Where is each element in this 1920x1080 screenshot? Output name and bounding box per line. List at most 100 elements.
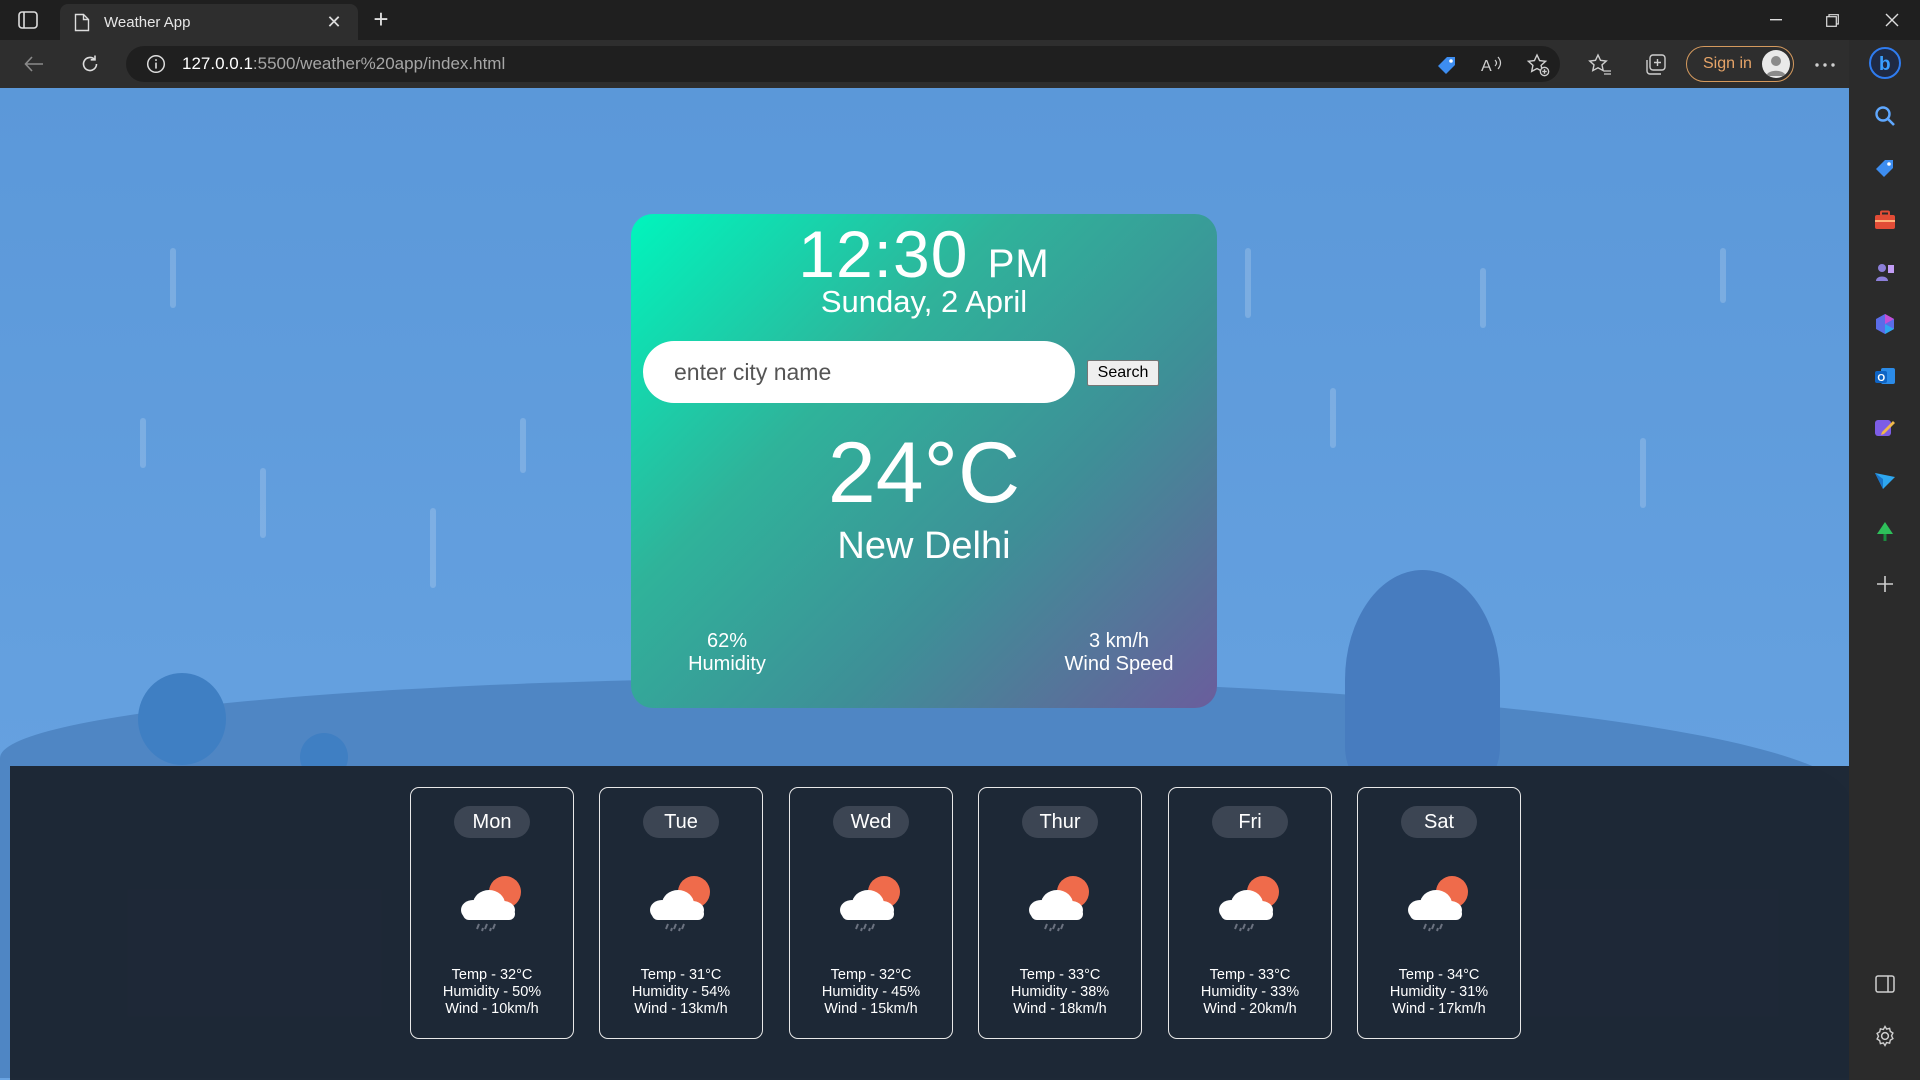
search-button[interactable]: Search xyxy=(1087,360,1159,386)
forecast-temp: Temp - 33°C xyxy=(1209,967,1291,983)
background-tree xyxy=(138,673,226,765)
background-rain-streak xyxy=(140,418,146,468)
current-temperature: 24°C xyxy=(827,425,1021,521)
city-name: New Delhi xyxy=(837,525,1011,567)
designer-icon[interactable] xyxy=(1871,414,1899,442)
weather-card: 12:30 PM Sunday, 2 April Search 24°C New… xyxy=(631,214,1217,708)
forecast-temp: Temp - 34°C xyxy=(1398,967,1480,983)
forecast-card: Tue Temp - 31°C Humidity - 54% Wind - 13… xyxy=(599,787,763,1039)
close-window-icon[interactable] xyxy=(1864,0,1920,40)
wind-value: 3 km/h xyxy=(1088,630,1150,652)
forecast-temp: Temp - 33°C xyxy=(1019,967,1101,983)
forecast-humidity: Humidity - 38% xyxy=(1010,984,1110,1000)
forecast-card: Sat Temp - 34°C Humidity - 31% Wind - 17… xyxy=(1357,787,1521,1039)
tools-icon[interactable] xyxy=(1871,206,1899,234)
edge-sidebar: b O xyxy=(1849,40,1920,1080)
add-icon[interactable] xyxy=(1871,570,1899,598)
restore-icon[interactable] xyxy=(1804,0,1860,40)
search-icon[interactable] xyxy=(1871,102,1899,130)
forecast-section: Mon Temp - 32°C Humidity - 50% Wind - 10… xyxy=(10,766,1849,1080)
background-rain-streak xyxy=(1480,268,1486,328)
tab-actions-icon[interactable] xyxy=(14,8,42,32)
forecast-wind: Wind - 15km/h xyxy=(824,1001,918,1017)
forecast-temp: Temp - 32°C xyxy=(830,967,912,983)
settings-gear-icon[interactable] xyxy=(1871,1022,1899,1050)
browser-toolbar: 127.0.0.1:5500/weather%20app/index.html … xyxy=(0,40,1920,88)
background-rain-streak xyxy=(520,418,526,473)
background-dome xyxy=(1345,570,1500,790)
tab-title: Weather App xyxy=(104,13,191,31)
games-icon[interactable] xyxy=(1871,258,1899,286)
sun-behind-rain-cloud-icon xyxy=(650,876,710,932)
humidity-stat: 62% Humidity xyxy=(667,630,787,676)
svg-text:O: O xyxy=(1877,373,1885,384)
forecast-card: Thur Temp - 33°C Humidity - 38% Wind - 1… xyxy=(978,787,1142,1039)
forecast-day: Sat xyxy=(1401,806,1477,838)
background-rain-streak xyxy=(1720,248,1726,303)
send-icon[interactable] xyxy=(1871,466,1899,494)
refresh-icon[interactable] xyxy=(74,50,106,78)
coupon-tag-icon[interactable] xyxy=(1434,52,1460,78)
wind-stat: 3 km/h Wind Speed xyxy=(1047,630,1191,676)
shopping-tag-icon[interactable] xyxy=(1871,154,1899,182)
back-arrow-icon[interactable] xyxy=(18,50,50,78)
document-icon xyxy=(74,13,90,31)
address-bar[interactable]: 127.0.0.1:5500/weather%20app/index.html xyxy=(126,46,1560,82)
forecast-wind: Wind - 18km/h xyxy=(1013,1001,1107,1017)
forecast-humidity: Humidity - 33% xyxy=(1200,984,1300,1000)
forecast-wind: Wind - 10km/h xyxy=(445,1001,539,1017)
forecast-details: Temp - 34°C Humidity - 31% Wind - 17km/h xyxy=(1358,967,1520,1018)
sign-in-label: Sign in xyxy=(1703,55,1752,72)
browser-tab[interactable]: Weather App ✕ xyxy=(60,4,358,40)
humidity-label: Humidity xyxy=(688,653,766,675)
minimize-icon[interactable] xyxy=(1748,0,1804,40)
outlook-icon[interactable]: O xyxy=(1871,362,1899,390)
forecast-card: Mon Temp - 32°C Humidity - 50% Wind - 10… xyxy=(410,787,574,1039)
current-date: Sunday, 2 April xyxy=(820,284,1028,319)
sun-behind-rain-cloud-icon xyxy=(1219,876,1279,932)
forecast-card: Fri Temp - 33°C Humidity - 33% Wind - 20… xyxy=(1168,787,1332,1039)
collections-icon[interactable] xyxy=(1643,52,1669,78)
am-pm: PM xyxy=(987,242,1050,286)
add-favorite-icon[interactable] xyxy=(1525,52,1551,78)
background-rain-streak xyxy=(1245,248,1251,318)
microsoft-365-icon[interactable] xyxy=(1871,310,1899,338)
forecast-day: Wed xyxy=(833,806,909,838)
forecast-day: Tue xyxy=(643,806,719,838)
svg-text:A: A xyxy=(1481,58,1492,75)
city-search-input[interactable] xyxy=(643,341,1075,403)
sidebar-layout-icon[interactable] xyxy=(1871,970,1899,998)
more-options-icon[interactable] xyxy=(1812,52,1838,78)
forecast-humidity: Humidity - 45% xyxy=(821,984,921,1000)
forecast-day: Fri xyxy=(1212,806,1288,838)
bing-chat-icon[interactable]: b xyxy=(1868,46,1902,80)
favorites-icon[interactable] xyxy=(1587,52,1613,78)
avatar xyxy=(1762,50,1790,78)
forecast-humidity: Humidity - 50% xyxy=(442,984,542,1000)
sun-behind-rain-cloud-icon xyxy=(1029,876,1089,932)
weather-page: 12:30 PM Sunday, 2 April Search 24°C New… xyxy=(0,88,1849,1080)
svg-text:b: b xyxy=(1879,54,1891,75)
forecast-details: Temp - 32°C Humidity - 50% Wind - 10km/h xyxy=(411,967,573,1018)
background-rain-streak xyxy=(260,468,266,538)
forecast-humidity: Humidity - 31% xyxy=(1389,984,1489,1000)
wind-label: Wind Speed xyxy=(1064,653,1174,675)
tree-icon[interactable] xyxy=(1871,518,1899,546)
forecast-details: Temp - 32°C Humidity - 45% Wind - 15km/h xyxy=(790,967,952,1018)
sign-in-button[interactable]: Sign in xyxy=(1686,46,1794,82)
forecast-day: Mon xyxy=(454,806,530,838)
background-rain-streak xyxy=(170,248,176,308)
forecast-wind: Wind - 13km/h xyxy=(634,1001,728,1017)
site-info-icon[interactable] xyxy=(146,54,166,74)
read-aloud-icon[interactable]: A xyxy=(1478,52,1504,78)
forecast-details: Temp - 33°C Humidity - 38% Wind - 18km/h xyxy=(979,967,1141,1018)
forecast-humidity: Humidity - 54% xyxy=(631,984,731,1000)
forecast-temp: Temp - 32°C xyxy=(451,967,533,983)
background-rain-streak xyxy=(1640,438,1646,508)
forecast-wind: Wind - 20km/h xyxy=(1203,1001,1297,1017)
forecast-card: Wed Temp - 32°C Humidity - 45% Wind - 15… xyxy=(789,787,953,1039)
sun-behind-rain-cloud-icon xyxy=(1408,876,1468,932)
new-tab-icon[interactable]: + xyxy=(366,6,396,34)
close-tab-icon[interactable]: ✕ xyxy=(324,12,344,32)
current-time: 12:30 PM xyxy=(798,217,1050,291)
